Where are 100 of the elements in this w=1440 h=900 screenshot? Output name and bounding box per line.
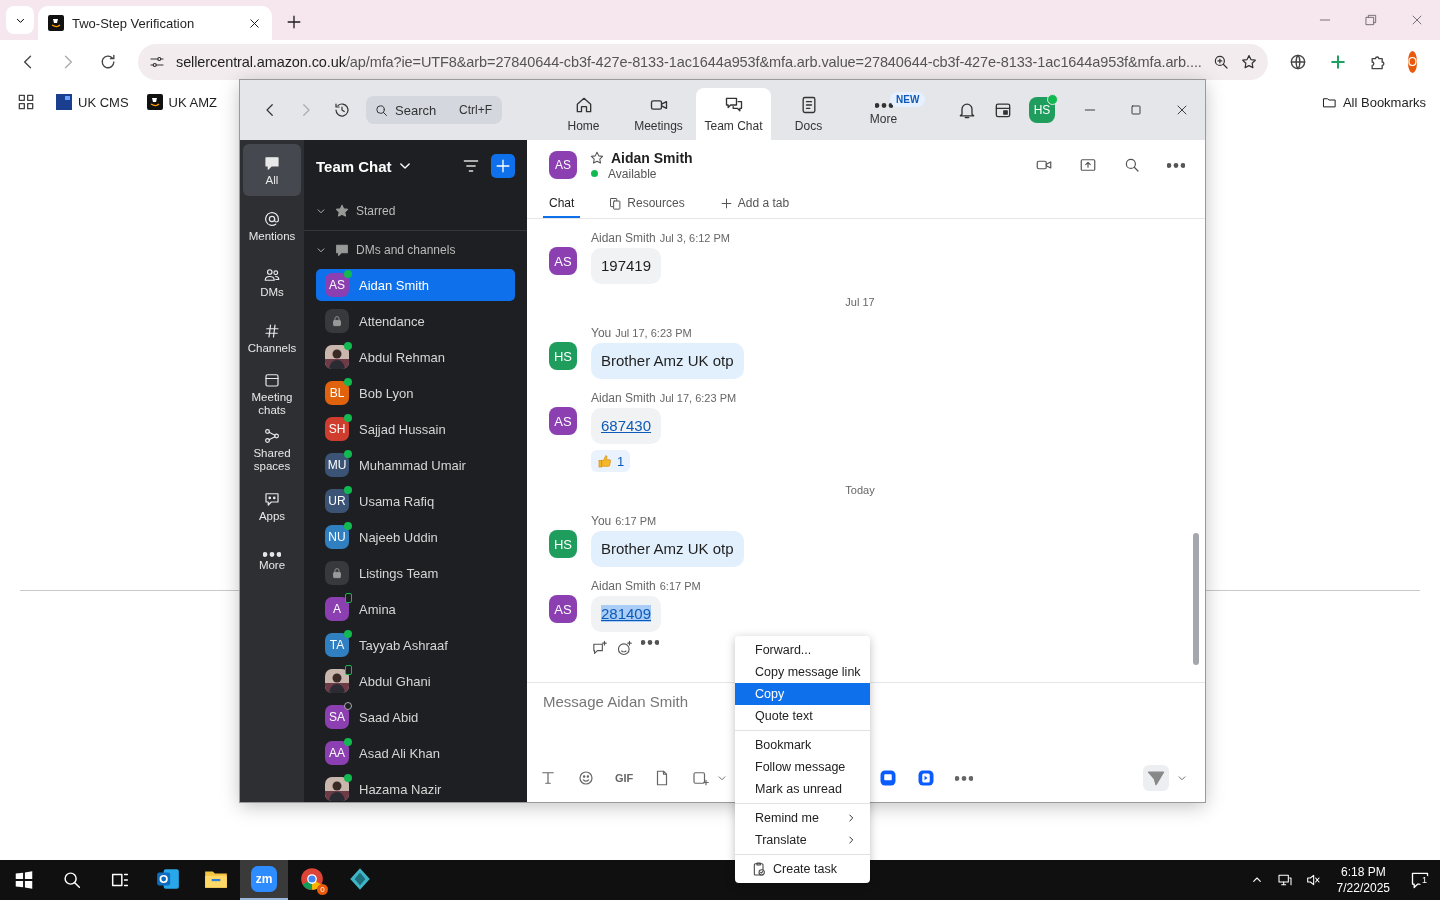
chat-list-item[interactable]: Attendance	[316, 305, 515, 337]
menu-item[interactable]: Bookmark	[735, 734, 870, 756]
sender-name: You	[591, 325, 612, 340]
apps-grid-icon[interactable]	[16, 92, 36, 112]
add-reaction-icon[interactable]	[616, 640, 633, 657]
new-badge: NEW	[890, 92, 926, 107]
browser-tab[interactable]: Two-Step Verification	[38, 6, 272, 40]
sidebar-item[interactable]: Shared spaces	[243, 424, 301, 476]
nav-tab[interactable]: Docs	[771, 88, 846, 140]
more-icon[interactable]	[641, 640, 659, 645]
start-icon[interactable]	[13, 869, 35, 891]
star-icon[interactable]	[589, 149, 605, 166]
search-icon[interactable]	[61, 869, 83, 891]
maximize-icon[interactable]	[1128, 102, 1144, 118]
sidebar-item[interactable]: Apps	[243, 480, 301, 532]
bookmark[interactable]: UK AMZ	[140, 94, 223, 110]
nav-tab[interactable]: Team Chat	[696, 88, 771, 140]
text-format-icon[interactable]	[539, 769, 557, 787]
shop-logo-icon	[48, 15, 64, 31]
message-link[interactable]: 281409	[601, 605, 652, 622]
sender-name: Aidan Smith	[591, 230, 656, 245]
more-icon[interactable]	[955, 775, 974, 781]
files-icon	[608, 195, 624, 211]
nav-tab[interactable]: Home	[546, 88, 621, 140]
menu-item[interactable]: Create task	[735, 858, 870, 880]
chat-tab[interactable]: Resources	[602, 190, 691, 218]
date-divider: Today	[844, 484, 876, 496]
message-link[interactable]: 687430	[601, 417, 652, 434]
sidebar-item[interactable]: DMs	[243, 256, 301, 308]
restore-icon[interactable]	[1363, 12, 1379, 28]
notifications-button[interactable]: 1	[1400, 870, 1440, 890]
chat-list-item[interactable]: TA Tayyab Ashraaf	[316, 629, 515, 661]
chat-list-item[interactable]: Listings Team	[316, 557, 515, 589]
reply-icon[interactable]	[591, 640, 608, 657]
screenshot-icon[interactable]	[691, 769, 710, 787]
chat-list-item[interactable]: Hazama Nazir	[316, 773, 515, 802]
network-icon[interactable]	[1276, 872, 1293, 888]
clock[interactable]: 6:18 PM 7/22/2025	[1336, 864, 1390, 896]
shortcut-hint: Ctrl+F	[459, 103, 492, 117]
message-time: Jul 17, 6:23 PM	[615, 326, 692, 339]
status-text: Available	[608, 166, 657, 181]
menu-item[interactable]: Forward...	[735, 639, 870, 661]
section-header[interactable]: DMs and channels	[304, 231, 527, 269]
send-button[interactable]	[1143, 765, 1169, 791]
volume-muted-icon[interactable]	[1304, 872, 1321, 888]
app-icon[interactable]	[917, 769, 936, 787]
menu-item[interactable]: Copy message link	[735, 661, 870, 683]
app-icon[interactable]	[879, 769, 898, 787]
menu-item[interactable]: Mark as unread	[735, 778, 870, 800]
calendar-icon	[263, 371, 281, 389]
reaction-chip[interactable]: 1	[591, 450, 631, 472]
star-icon[interactable]	[1239, 53, 1258, 71]
address-bar[interactable]: sellercentral.amazon.co.uk/ap/mfa?ie=UTF8&arb=27840644-cb3f-427e-8133-1ac1644a953f&mfa.arb.value=27840644-cb3f-427e-8133-1ac1644a953f&mfa.arb....	[138, 44, 1268, 80]
chat-list-item[interactable]: UR Usama Rafiq	[316, 485, 515, 517]
history-icon[interactable]	[333, 101, 351, 119]
scrollbar-thumb[interactable]	[1193, 533, 1199, 665]
chat-list-item[interactable]: MU Muhammad Umair	[316, 449, 515, 481]
menu-item[interactable]: Copy	[735, 683, 870, 705]
menu-item[interactable]: Remind me	[735, 807, 870, 829]
menu-item[interactable]: Quote text	[735, 705, 870, 727]
all-bookmarks-link[interactable]: All Bookmarks	[1315, 94, 1432, 110]
avatar: BL	[325, 381, 349, 405]
search-icon[interactable]	[1123, 156, 1141, 174]
sidebar-item[interactable]: All	[243, 144, 301, 196]
add-button[interactable]	[491, 154, 515, 178]
screen-share-icon[interactable]	[1079, 156, 1097, 174]
taskbar-app[interactable]: 0	[288, 860, 336, 900]
chat-list-item[interactable]: AS Aidan Smith	[316, 269, 515, 301]
emoji-icon[interactable]	[577, 769, 595, 787]
panel-title-dropdown[interactable]: Team Chat	[316, 157, 410, 175]
avatar: TA	[325, 633, 349, 657]
chat-list-item[interactable]: A Amina	[316, 593, 515, 625]
chat-tab[interactable]: Add a tab	[712, 190, 796, 218]
gif-button[interactable]: GIF	[615, 772, 634, 784]
chat-list-item[interactable]: Abdul Ghani	[316, 665, 515, 697]
chat-list-item[interactable]: Abdul Rehman	[316, 341, 515, 373]
chat-list-item[interactable]: NU Najeeb Uddin	[316, 521, 515, 553]
more-icon[interactable]	[1167, 162, 1185, 168]
bookmark[interactable]: UK CMS	[50, 94, 135, 110]
avatar: AS	[325, 273, 349, 297]
sidebar-item[interactable]: Mentions	[243, 200, 301, 252]
chat-list-item[interactable]: SH Sajjad Hussain	[316, 413, 515, 445]
profile-avatar[interactable]: O	[1407, 51, 1418, 73]
avatar: NU	[325, 525, 349, 549]
avatar: AA	[325, 741, 349, 765]
bookmark-logo-icon	[56, 94, 72, 110]
sidebar-item[interactable]: Channels	[243, 312, 301, 364]
sidebar-item[interactable]: Meeting chats	[243, 368, 301, 420]
nav-tab[interactable]: Meetings	[621, 88, 696, 140]
menu-item[interactable]: Translate	[735, 829, 870, 851]
chat-list-item[interactable]: AA Asad Ali Khan	[316, 737, 515, 769]
avatar: HS	[549, 530, 577, 558]
chat-list-item[interactable]: SA Saad Abid	[316, 701, 515, 733]
shop-logo-icon	[146, 94, 163, 110]
chevron-down-icon	[399, 163, 410, 169]
chat-list-item[interactable]: BL Bob Lyon	[316, 377, 515, 409]
hash-icon	[263, 321, 281, 340]
menu-item[interactable]: Follow message	[735, 756, 870, 778]
sidebar-item[interactable]: More	[243, 536, 301, 588]
chat-tab[interactable]: Chat	[543, 190, 581, 218]
